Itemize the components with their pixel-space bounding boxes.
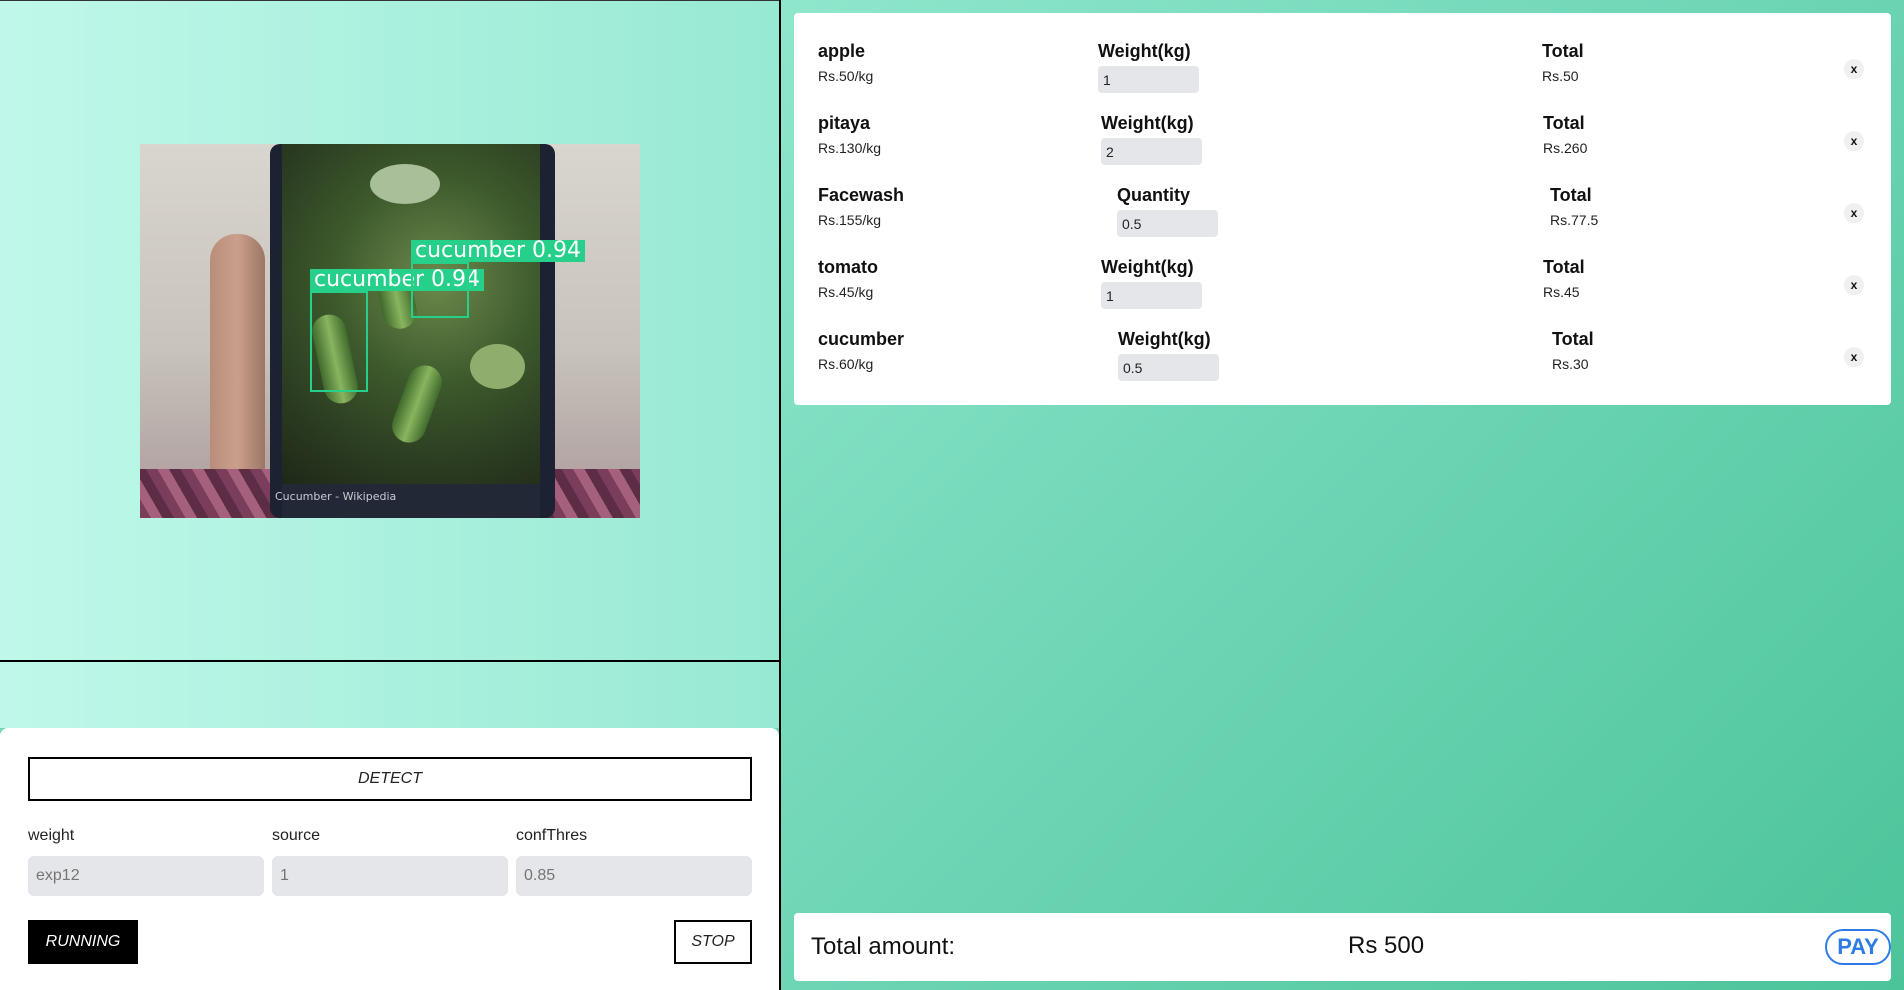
- left-column: Cucumber - Wikipedia cucumber 0.94 cucum…: [0, 0, 781, 990]
- detection-box: [310, 291, 368, 392]
- qty-label: Weight(kg): [1101, 113, 1194, 133]
- remove-item-button[interactable]: x: [1844, 347, 1864, 367]
- remove-item-button[interactable]: x: [1844, 203, 1864, 223]
- qty-input[interactable]: [1098, 66, 1199, 93]
- total-value: Rs.50: [1542, 68, 1579, 84]
- detection-box: [411, 262, 469, 318]
- total-value: Rs.77.5: [1550, 212, 1599, 228]
- total-label: Total: [1550, 185, 1592, 205]
- item-price: Rs.60/kg: [818, 356, 874, 372]
- stop-button[interactable]: STOP: [674, 920, 752, 964]
- cart-row-facewash: Facewash Rs.155/kg Quantity Total Rs.77.…: [794, 185, 1891, 257]
- remove-item-button[interactable]: x: [1844, 275, 1864, 295]
- item-price: Rs.130/kg: [818, 140, 882, 156]
- cart-row-tomato: tomato Rs.45/kg Weight(kg) Total Rs.45 x: [794, 257, 1891, 329]
- panel-gap: [0, 662, 779, 728]
- checkout-bar: Total amount: Rs 500 PAY: [794, 913, 1891, 981]
- pay-button[interactable]: PAY: [1825, 929, 1891, 965]
- total-label: Total: [1543, 113, 1585, 133]
- feed-leaf: [370, 164, 440, 204]
- detect-button[interactable]: DETECT: [28, 757, 752, 801]
- conf-thres-input[interactable]: [516, 856, 752, 896]
- item-name: Facewash: [818, 185, 905, 205]
- total-value: Rs.45: [1543, 284, 1580, 300]
- cart-row-pitaya: pitaya Rs.130/kg Weight(kg) Total Rs.260…: [794, 113, 1891, 185]
- total-label: Total: [1552, 329, 1594, 349]
- item-price: Rs.50/kg: [818, 68, 874, 84]
- weight-input[interactable]: [28, 856, 264, 896]
- qty-input[interactable]: [1118, 354, 1219, 381]
- remove-item-button[interactable]: x: [1844, 59, 1864, 79]
- right-column: apple Rs.50/kg Weight(kg) Total Rs.50 x …: [781, 0, 1904, 990]
- remove-item-button[interactable]: x: [1844, 131, 1864, 151]
- video-panel: Cucumber - Wikipedia cucumber 0.94 cucum…: [0, 0, 779, 662]
- total-amount-value: Rs 500: [1348, 932, 1425, 959]
- item-name: cucumber: [818, 329, 905, 349]
- running-button[interactable]: RUNNING: [28, 920, 138, 964]
- qty-label: Weight(kg): [1098, 41, 1191, 61]
- detection-label: cucumber 0.94: [411, 240, 586, 262]
- qty-label: Weight(kg): [1101, 257, 1194, 277]
- item-price: Rs.45/kg: [818, 284, 874, 300]
- source-input[interactable]: [272, 856, 508, 896]
- weight-label: weight: [28, 827, 75, 844]
- item-name: pitaya: [818, 113, 871, 133]
- source-label: source: [272, 827, 321, 844]
- total-label: Total: [1543, 257, 1585, 277]
- item-name: tomato: [818, 257, 878, 277]
- feed-leaf: [470, 344, 525, 389]
- cart-row-cucumber: cucumber Rs.60/kg Weight(kg) Total Rs.30…: [794, 329, 1891, 401]
- detection-controls: DETECT weight source confThres RUNNING S…: [0, 728, 779, 990]
- camera-feed: Cucumber - Wikipedia cucumber 0.94 cucum…: [140, 144, 640, 518]
- qty-input[interactable]: [1117, 210, 1218, 237]
- total-value: Rs.30: [1552, 356, 1589, 372]
- item-price: Rs.155/kg: [818, 212, 882, 228]
- total-amount-label: Total amount:: [811, 933, 956, 960]
- feed-phone-caption: Cucumber - Wikipedia: [275, 490, 397, 503]
- qty-label: Quantity: [1117, 185, 1191, 205]
- conf-thres-label: confThres: [516, 827, 588, 844]
- qty-input[interactable]: [1101, 282, 1202, 309]
- cart-list: apple Rs.50/kg Weight(kg) Total Rs.50 x …: [794, 13, 1891, 405]
- total-value: Rs.260: [1543, 140, 1588, 156]
- cart-row-apple: apple Rs.50/kg Weight(kg) Total Rs.50 x: [794, 41, 1891, 113]
- qty-label: Weight(kg): [1118, 329, 1211, 349]
- total-label: Total: [1542, 41, 1584, 61]
- qty-input[interactable]: [1101, 138, 1202, 165]
- item-name: apple: [818, 41, 866, 61]
